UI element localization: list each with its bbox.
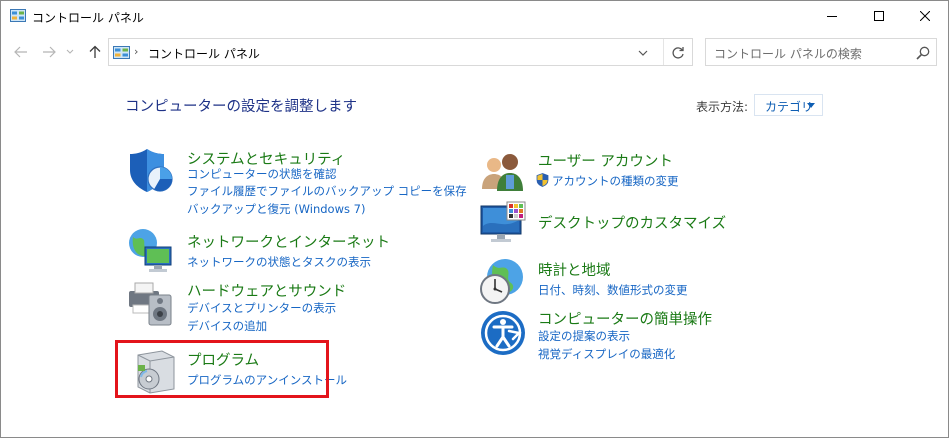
title-bar[interactable]: コントロール パネル (1, 1, 948, 31)
address-bar[interactable]: › コントロール パネル (108, 38, 693, 66)
users-icon[interactable] (479, 149, 527, 197)
link-devices-printers[interactable]: デバイスとプリンターの表示 (187, 300, 336, 316)
window-title: コントロール パネル (32, 11, 144, 25)
arrow-left-icon (14, 46, 27, 58)
programs-highlight-box (115, 340, 329, 398)
category-title-appearance[interactable]: デスクトップのカスタマイズ (538, 212, 726, 233)
link-change-date-time-format[interactable]: 日付、時刻、数値形式の変更 (538, 282, 688, 298)
navigation-bar: › コントロール パネル コントロール パネルの検索 (1, 35, 948, 69)
link-file-history-backup[interactable]: ファイル履歴でファイルのバックアップ コピーを保存 (187, 183, 467, 199)
link-optimize-visual-display[interactable]: 視覚ディスプレイの最適化 (538, 346, 675, 362)
link-change-account-type-text[interactable]: アカウントの種類の変更 (552, 174, 679, 188)
view-by-dropdown[interactable]: カテゴリ (754, 94, 823, 116)
minimize-icon (827, 16, 837, 17)
link-suggested-settings[interactable]: 設定の提案の表示 (538, 328, 630, 344)
address-divider (663, 39, 664, 65)
category-title-clock[interactable]: 時計と地域 (538, 259, 611, 280)
forward-button[interactable] (39, 41, 59, 63)
minimize-button[interactable] (809, 1, 855, 31)
category-title-hardware[interactable]: ハードウェアとサウンド (187, 280, 346, 301)
search-placeholder: コントロール パネルの検索 (714, 47, 862, 61)
printer-speaker-icon[interactable] (127, 279, 175, 327)
breadcrumb-separator[interactable]: › (134, 45, 138, 58)
search-icon[interactable] (916, 46, 930, 60)
control-panel-icon (10, 9, 26, 22)
ease-of-access-icon[interactable] (479, 309, 527, 357)
recent-locations-button[interactable] (63, 41, 77, 63)
link-network-status-tasks[interactable]: ネットワークの状態とタスクの表示 (187, 254, 371, 270)
close-icon (920, 11, 930, 21)
view-by-label: 表示方法: (696, 100, 749, 114)
view-by-value: カテゴリ (765, 100, 814, 114)
link-change-account-type[interactable]: アカウントの種類の変更 (536, 173, 679, 189)
category-title-ease[interactable]: コンピューターの簡単操作 (538, 308, 712, 329)
page-heading: コンピューターの設定を調整します (125, 99, 357, 115)
arrow-right-icon (43, 46, 56, 58)
search-input[interactable]: コントロール パネルの検索 (705, 38, 937, 66)
up-button[interactable] (85, 41, 105, 63)
link-check-computer-status[interactable]: コンピューターの状態を確認 (187, 166, 337, 182)
chevron-down-icon (66, 49, 74, 54)
category-title-network[interactable]: ネットワークとインターネット (187, 231, 390, 252)
link-backup-restore[interactable]: バックアップと復元 (Windows 7) (187, 201, 365, 217)
close-button[interactable] (902, 1, 948, 31)
breadcrumb-control-panel[interactable]: コントロール パネル (148, 45, 260, 62)
network-globe-icon[interactable] (127, 227, 175, 275)
refresh-icon[interactable] (670, 45, 686, 61)
link-add-device[interactable]: デバイスの追加 (187, 318, 267, 334)
chevron-down-icon[interactable] (636, 47, 650, 59)
caret-down-icon (807, 103, 815, 108)
category-title-users[interactable]: ユーザー アカウント (538, 150, 673, 171)
control-panel-window: コントロール パネル › コントロール パネル コントロール パネルの検索 コン… (0, 0, 949, 438)
arrow-up-icon (89, 45, 101, 58)
desktop-customize-icon[interactable] (479, 200, 527, 248)
maximize-icon (874, 11, 884, 21)
uac-shield-icon (536, 173, 549, 187)
back-button[interactable] (11, 41, 31, 63)
control-panel-icon (113, 46, 130, 59)
maximize-button[interactable] (856, 1, 902, 31)
clock-globe-icon[interactable] (479, 257, 527, 305)
shield-icon[interactable] (127, 146, 175, 194)
